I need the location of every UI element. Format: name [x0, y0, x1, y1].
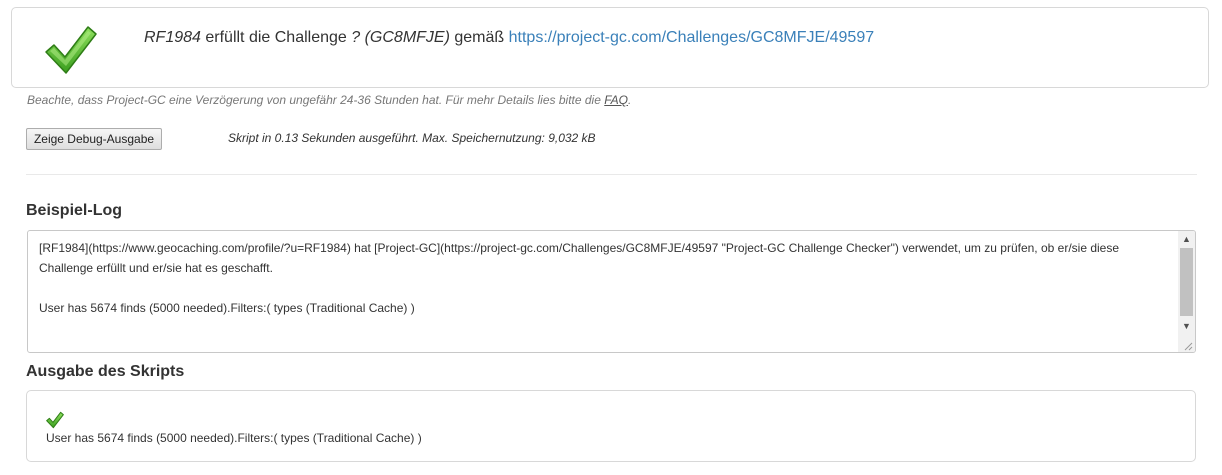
execution-info: Skript in 0.13 Sekunden ausgeführt. Max.… [228, 131, 596, 145]
scroll-down-icon[interactable]: ▼ [1178, 318, 1195, 335]
result-according: gemäß [454, 29, 505, 46]
show-debug-button[interactable]: Zeige Debug-Ausgabe [26, 128, 162, 150]
username: RF1984 [144, 29, 201, 46]
sample-log-heading: Beispiel-Log [26, 202, 123, 219]
resize-grip-icon[interactable] [1183, 341, 1193, 351]
result-message: RF1984 erfüllt die Challenge ? (GC8MFJE)… [144, 29, 874, 47]
scroll-thumb[interactable] [1180, 248, 1193, 316]
checkmark-icon [46, 411, 64, 429]
scroll-up-icon[interactable]: ▲ [1178, 231, 1195, 248]
delay-note-text: Beachte, dass Project-GC eine Verzögerun… [27, 93, 601, 107]
challenge-id: ? (GC8MFJE) [351, 29, 450, 46]
sample-log-textarea[interactable]: [RF1984](https://www.geocaching.com/prof… [27, 230, 1196, 353]
sample-log-text[interactable]: [RF1984](https://www.geocaching.com/prof… [39, 238, 1164, 318]
challenge-link[interactable]: https://project-gc.com/Challenges/GC8MFJ… [509, 29, 875, 46]
script-output-heading: Ausgabe des Skripts [26, 363, 185, 380]
log-scrollbar[interactable]: ▲ ▼ [1178, 231, 1195, 352]
faq-link[interactable]: FAQ [604, 93, 628, 107]
script-output-panel: User has 5674 finds (5000 needed).Filter… [26, 390, 1196, 462]
checkmark-icon [45, 26, 97, 74]
result-verb: erfüllt die Challenge [205, 29, 347, 46]
delay-note-suffix: . [628, 93, 632, 107]
delay-note: Beachte, dass Project-GC eine Verzögerun… [27, 93, 631, 107]
script-output-text: User has 5674 finds (5000 needed).Filter… [46, 431, 422, 445]
divider [26, 174, 1197, 175]
challenge-result-panel: RF1984 erfüllt die Challenge ? (GC8MFJE)… [11, 7, 1209, 88]
